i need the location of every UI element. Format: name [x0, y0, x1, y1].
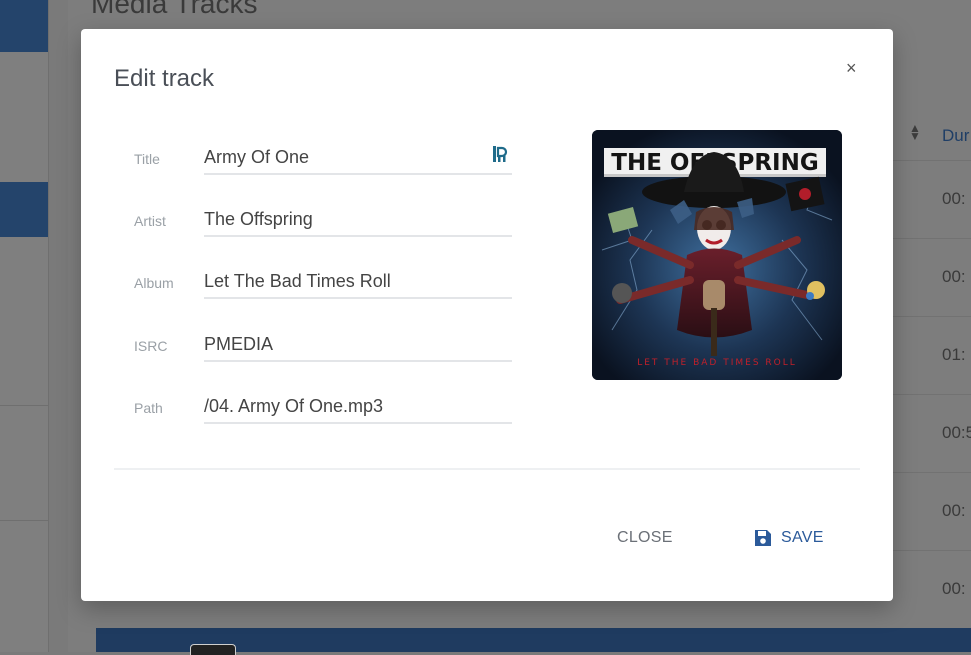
- album-field: Album: [134, 253, 512, 301]
- floppy-disk-icon: [755, 530, 771, 546]
- table-row[interactable]: 00:: [892, 550, 971, 629]
- isrc-label: ISRC: [134, 338, 168, 354]
- table-row[interactable]: 01:: [892, 316, 971, 395]
- album-cover-art: THE OFFSPRING LET THE BAD TIMES ROLL: [592, 130, 842, 380]
- title-input[interactable]: [204, 129, 512, 175]
- artist-input[interactable]: [204, 191, 512, 237]
- close-button-label: CLOSE: [617, 529, 673, 546]
- duration-column-header[interactable]: Dur: [942, 126, 969, 146]
- duration-cell: 00:: [942, 267, 966, 286]
- title-label: Title: [134, 151, 160, 167]
- save-button-label: SAVE: [781, 529, 824, 546]
- title-field: Title: [134, 129, 512, 177]
- sidebar-active-bar: [0, 0, 48, 52]
- album-input[interactable]: [204, 253, 512, 299]
- table-row[interactable]: 00:5: [892, 394, 971, 473]
- save-button[interactable]: SAVE: [753, 521, 824, 555]
- path-field: Path: [134, 378, 512, 426]
- close-icon[interactable]: ×: [846, 59, 857, 77]
- duration-cell: 00:: [942, 501, 966, 520]
- table-row[interactable]: 00:: [892, 238, 971, 317]
- close-button[interactable]: CLOSE: [617, 521, 673, 555]
- sort-icon[interactable]: ▲ ▼: [909, 122, 921, 142]
- dialog-divider: [114, 468, 860, 470]
- sidebar-selected-item[interactable]: [0, 182, 48, 237]
- artist-field: Artist: [134, 191, 512, 239]
- duration-cell: 01:: [942, 345, 966, 364]
- album-cover: THE OFFSPRING LET THE BAD TIMES ROLL: [592, 130, 842, 380]
- table-row[interactable]: 00:: [892, 160, 971, 239]
- path-label: Path: [134, 400, 163, 416]
- tag-lookup-icon[interactable]: [492, 145, 508, 163]
- sidebar: [0, 0, 49, 652]
- dialog-title: Edit track: [114, 65, 215, 92]
- edit-track-dialog: Edit track × Title Artist Album ISRC Pat…: [81, 29, 893, 601]
- duration-cell: 00:5: [942, 423, 971, 442]
- page-title: Media Tracks: [91, 0, 258, 19]
- isrc-input[interactable]: [204, 316, 512, 362]
- isrc-field: ISRC: [134, 316, 512, 364]
- cover-album-text: LET THE BAD TIMES ROLL: [637, 358, 797, 368]
- player-thumbnail: [190, 644, 236, 655]
- artist-label: Artist: [134, 213, 166, 229]
- duration-cell: 00:: [942, 579, 966, 598]
- duration-cell: 00:: [942, 189, 966, 208]
- path-input[interactable]: [204, 378, 512, 424]
- table-row[interactable]: 00:: [892, 472, 971, 551]
- album-label: Album: [134, 275, 174, 291]
